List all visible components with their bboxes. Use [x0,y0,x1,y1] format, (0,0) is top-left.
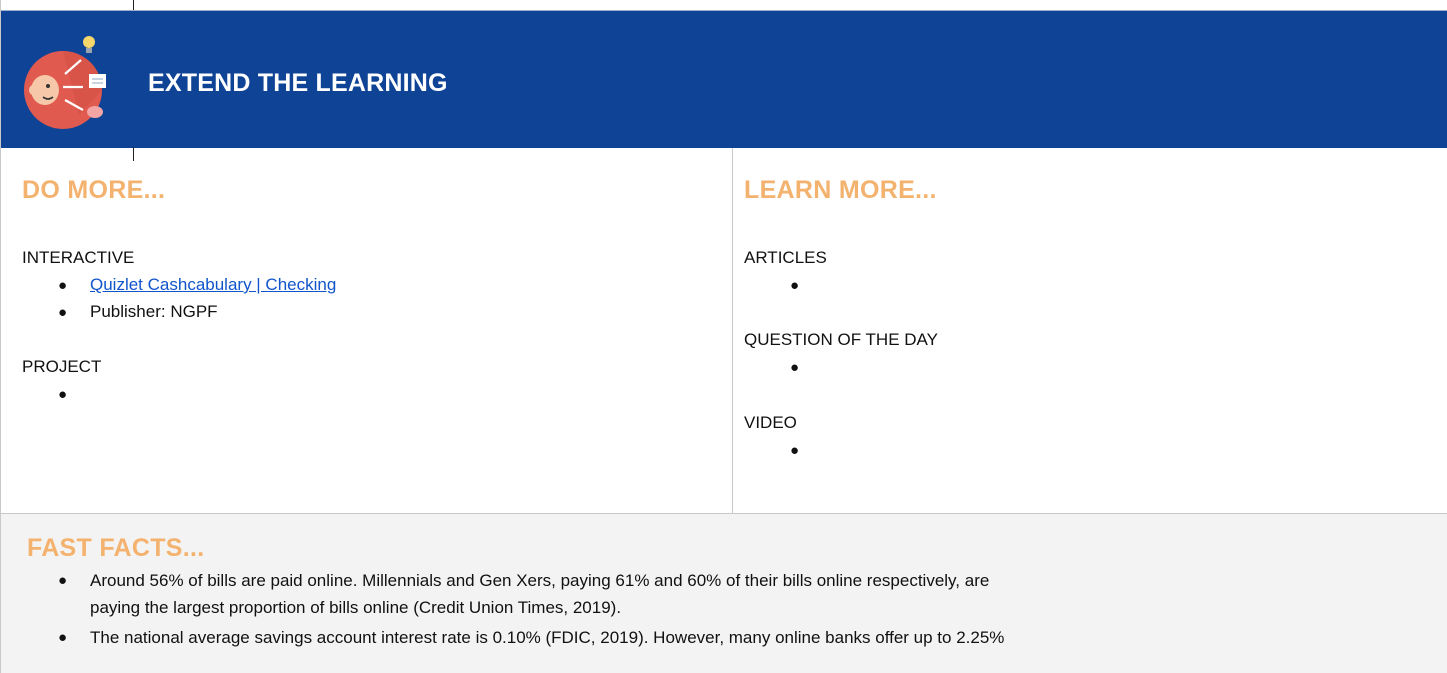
fact-item: Around 56% of bills are paid online. Mil… [90,567,1390,621]
learn-more-heading: LEARN MORE... [744,176,937,204]
learning-columns: DO MORE... INTERACTIVE ● Quizlet Cashcab… [1,148,1447,514]
do-more-panel: DO MORE... INTERACTIVE ● Quizlet Cashcab… [1,148,733,513]
list-bullet: ● [58,629,68,646]
publisher-text: Publisher: NGPF [90,302,218,321]
learner-idea-icon [19,30,119,135]
learn-more-panel: LEARN MORE... ARTICLES ● QUESTION OF THE… [733,148,1447,513]
fast-facts-panel: FAST FACTS... ● Around 56% of bills are … [1,514,1447,673]
category-interactive: INTERACTIVE [22,248,135,267]
fact-text: paying the largest proportion of bills o… [90,598,622,617]
list-bullet: ● [790,442,800,459]
category-articles: ARTICLES [744,248,827,267]
do-more-heading: DO MORE... [22,176,166,204]
category-project: PROJECT [22,357,102,376]
fact-text: The national average savings account int… [90,628,1005,647]
document-frame: EXTEND THE LEARNING DO MORE... INTERACTI… [0,0,1447,673]
list-bullet: ● [58,386,68,403]
category-video: VIDEO [744,413,797,432]
fact-item: The national average savings account int… [90,624,1390,651]
list-bullet: ● [58,304,68,321]
fact-text: Around 56% of bills are paid online. Mil… [90,571,990,590]
list-bullet: ● [58,277,68,294]
category-question-of-the-day: QUESTION OF THE DAY [744,330,938,349]
extend-learning-header: EXTEND THE LEARNING [1,10,1447,148]
list-bullet: ● [790,359,800,376]
header-title: EXTEND THE LEARNING [148,69,448,97]
list-bullet: ● [790,277,800,294]
fast-facts-heading: FAST FACTS... [27,534,205,562]
list-bullet: ● [58,572,68,589]
quizlet-cashcabulary-link[interactable]: Quizlet Cashcabulary | Checking [90,275,336,295]
